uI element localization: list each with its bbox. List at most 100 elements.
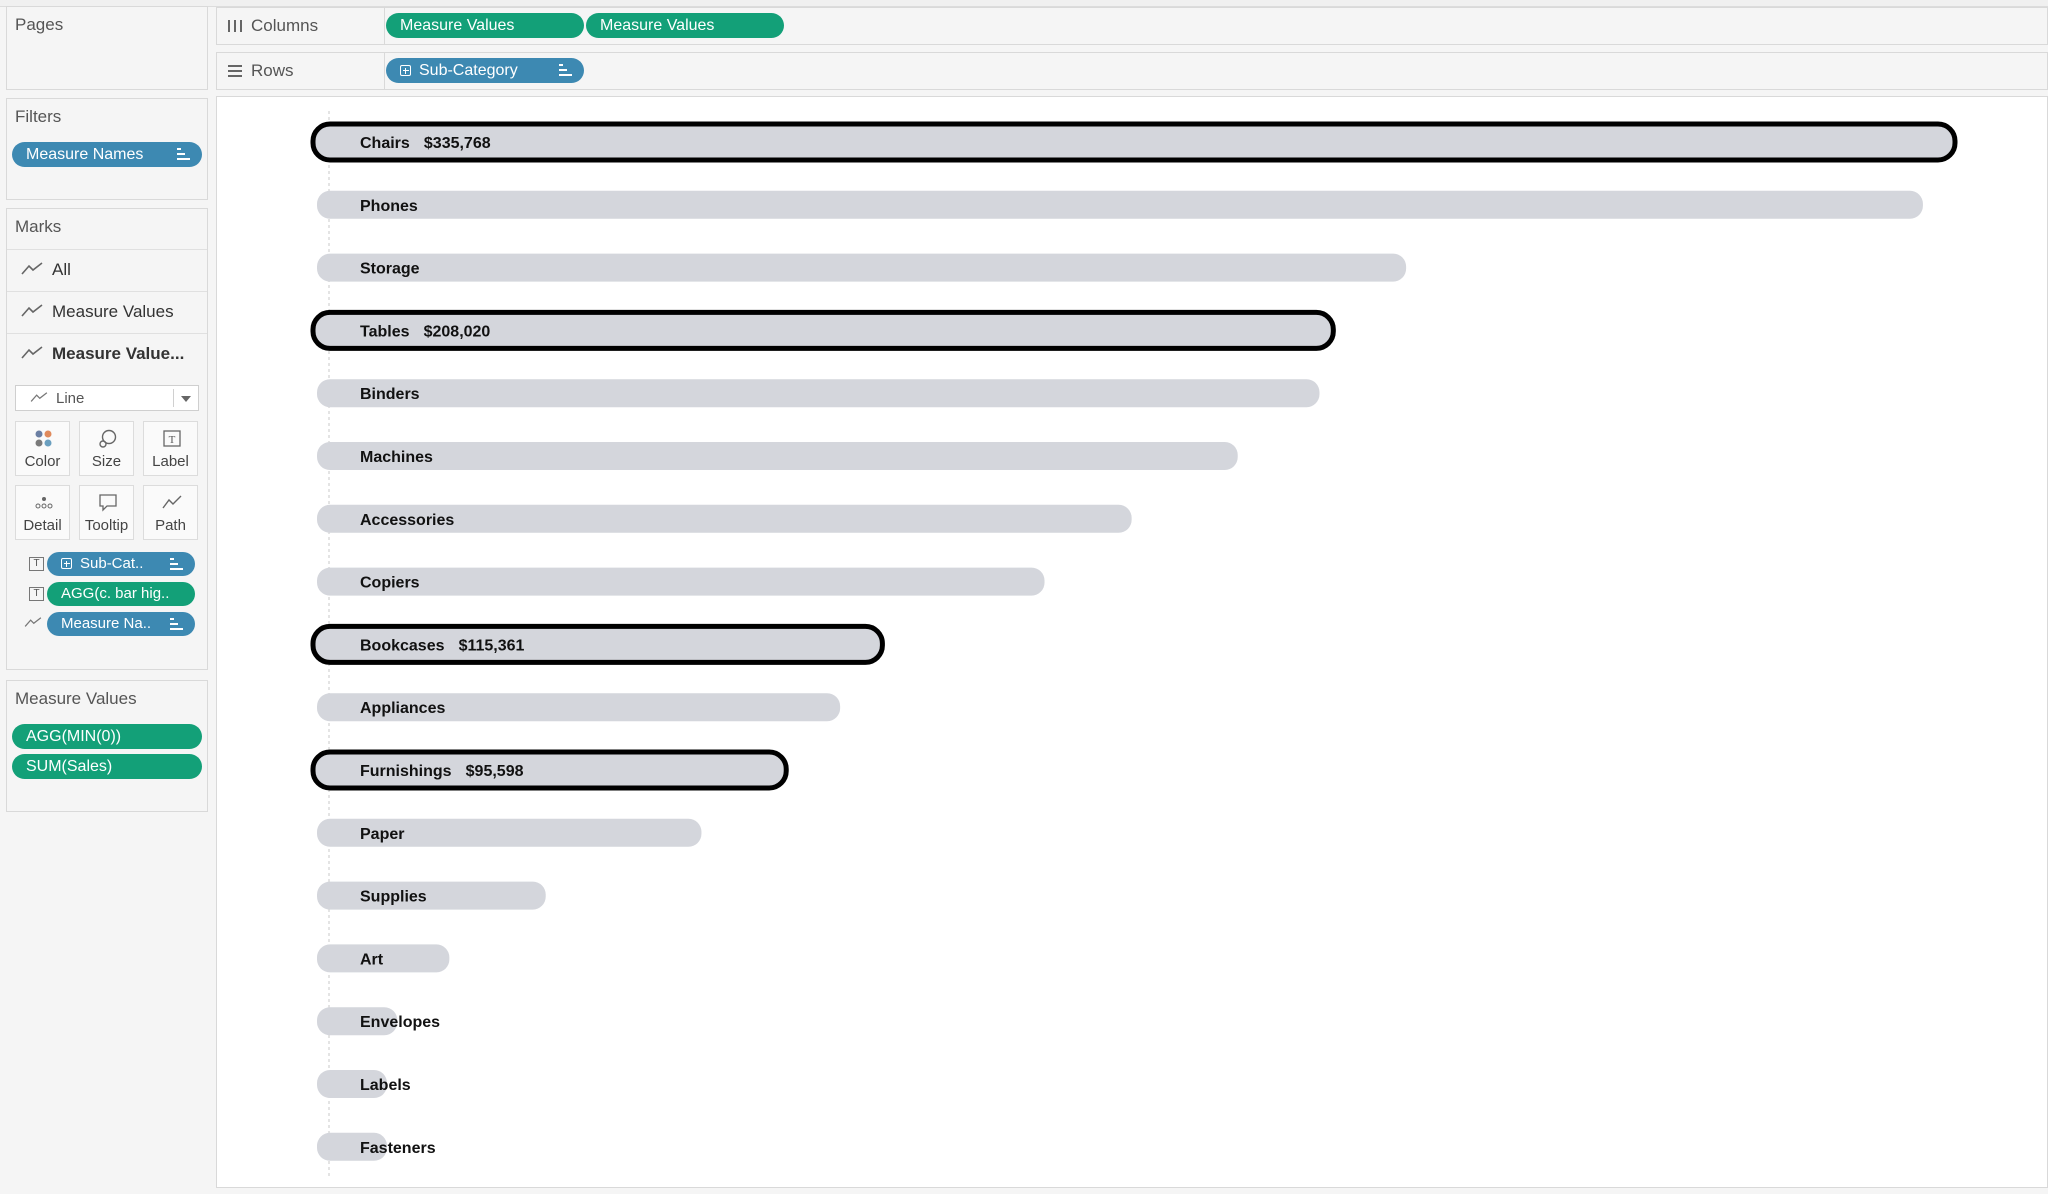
bar-phones[interactable]	[317, 190, 1923, 219]
columns-pill-measure-values-1[interactable]: Measure Values	[386, 13, 584, 38]
columns-icon	[228, 20, 242, 32]
path-icon	[162, 495, 182, 509]
columns-shelf[interactable]: Columns Measure Values Measure Values	[216, 7, 2048, 45]
columns-pill-measure-values-2[interactable]: Measure Values	[586, 13, 784, 38]
category-label: Accessories	[360, 512, 454, 529]
marks-layer-label: All	[52, 260, 71, 279]
sort-icon	[559, 64, 572, 77]
value-label: $208,020	[424, 323, 491, 340]
category-label: Labels	[360, 1077, 411, 1094]
shelf-divider	[384, 8, 385, 44]
bar-chairs[interactable]	[310, 121, 1958, 163]
marks-layer-measure-values[interactable]: Measure Values	[7, 291, 207, 331]
bar-machines[interactable]	[317, 442, 1238, 470]
encoding-pill-sub-category[interactable]: Sub-Cat..	[47, 552, 195, 576]
category-label: Furnishings	[360, 763, 452, 780]
bar-copiers[interactable]	[317, 567, 1045, 596]
bar-binders[interactable]	[317, 379, 1320, 408]
bar-storage[interactable]	[317, 253, 1407, 282]
sort-icon	[170, 558, 183, 571]
color-card[interactable]: Color	[15, 421, 70, 476]
category-label: Storage	[360, 261, 420, 278]
text-icon: T	[29, 557, 44, 571]
encoding-pill-bar-height[interactable]: AGG(c. bar hig..	[47, 582, 195, 606]
measure-values-title: Measure Values	[15, 689, 137, 708]
path-card-label: Path	[155, 517, 186, 534]
size-card-label: Size	[91, 453, 122, 470]
category-label: Supplies	[360, 889, 427, 906]
shelf-divider	[384, 53, 385, 89]
bar-chart: Chairs $335,768 Phones Storage Tables $208,02…	[310, 111, 1958, 1177]
category-label: Paper	[360, 826, 404, 843]
filters-title: Filters	[15, 107, 62, 126]
category-label: Phones	[360, 198, 418, 215]
detail-icon	[35, 497, 53, 509]
tooltip-card[interactable]: Tooltip	[79, 485, 134, 540]
chart-view[interactable]: Chairs $335,768 Phones Storage Tables $208,02…	[216, 96, 2048, 1188]
size-card[interactable]: Size	[79, 421, 134, 476]
measure-pill-min-zero[interactable]: AGG(MIN(0))	[12, 724, 202, 749]
chevron-down-icon	[181, 396, 191, 402]
encoding-pill-measure-names[interactable]: Measure Na..	[47, 612, 195, 636]
rows-label: Rows	[251, 61, 294, 80]
pages-title: Pages	[15, 15, 64, 34]
bar-art[interactable]	[317, 944, 450, 973]
rows-pill-sub-category[interactable]: Sub-Category	[386, 58, 584, 83]
category-label: Art	[360, 951, 384, 968]
category-label: Chairs	[360, 135, 410, 152]
category-label: Tables	[360, 323, 410, 340]
label-card-label: Label	[152, 453, 189, 470]
measure-pill-label: SUM(Sales)	[26, 758, 113, 775]
category-label: Envelopes	[360, 1014, 440, 1031]
line-chart-icon	[21, 346, 43, 359]
tooltip-card-label: Tooltip	[84, 517, 129, 534]
bar-supplies[interactable]	[317, 881, 546, 910]
measure-pill-sum-sales[interactable]: SUM(Sales)	[12, 754, 202, 779]
text-icon: T	[29, 587, 44, 601]
value-label: $95,598	[466, 763, 524, 780]
dropdown-divider	[173, 389, 174, 407]
rows-icon	[228, 65, 242, 77]
svg-text:T: T	[169, 434, 176, 446]
line-chart-icon	[21, 304, 43, 317]
encoding-pill-label: Sub-Cat..	[80, 555, 144, 572]
category-label: Appliances	[360, 700, 445, 717]
detail-card[interactable]: Detail	[15, 485, 70, 540]
marks-title: Marks	[15, 217, 62, 236]
color-card-label: Color	[24, 453, 61, 470]
rows-pill-label: Sub-Category	[419, 62, 518, 79]
filter-pill-label: Measure Names	[26, 146, 144, 163]
line-chart-icon	[30, 392, 48, 402]
filters-shelf[interactable]: Filters Measure Names	[6, 98, 208, 200]
encoding-pill-label: AGG(c. bar hig..	[61, 585, 170, 602]
marks-layer-all[interactable]: All	[7, 249, 207, 289]
measure-pill-label: AGG(MIN(0))	[26, 728, 122, 745]
marks-layer-measure-values-2[interactable]: Measure Value...	[7, 333, 207, 373]
category-label: Copiers	[360, 575, 420, 592]
filter-pill-measure-names[interactable]: Measure Names	[12, 142, 202, 167]
label-card[interactable]: T Label	[143, 421, 198, 476]
marks-card: Marks All Measure Values Measure Value..…	[6, 208, 208, 670]
mark-type-dropdown[interactable]: Line	[15, 385, 199, 411]
pages-shelf[interactable]: Pages	[6, 6, 208, 90]
measure-values-shelf[interactable]: Measure Values AGG(MIN(0)) SUM(Sales)	[6, 680, 208, 812]
size-icon	[99, 429, 117, 448]
rows-shelf[interactable]: Rows Sub-Category	[216, 52, 2048, 90]
category-label: Machines	[360, 449, 433, 466]
path-card[interactable]: Path	[143, 485, 198, 540]
top-toolbar-strip	[0, 0, 2048, 7]
columns-label: Columns	[251, 16, 319, 35]
category-label: Bookcases	[360, 637, 445, 654]
path-icon	[24, 617, 42, 627]
marks-layer-label: Measure Value...	[52, 344, 185, 363]
detail-card-label: Detail	[23, 517, 62, 534]
category-label: Binders	[360, 386, 420, 403]
tooltip-icon	[99, 494, 117, 512]
value-label: $115,361	[459, 637, 525, 654]
color-icon	[35, 430, 52, 447]
label-icon: T	[163, 430, 181, 447]
expand-icon	[400, 65, 411, 76]
sort-icon	[170, 618, 183, 631]
value-label: $335,768	[424, 135, 491, 152]
encoding-pill-label: Measure Na..	[61, 615, 152, 632]
